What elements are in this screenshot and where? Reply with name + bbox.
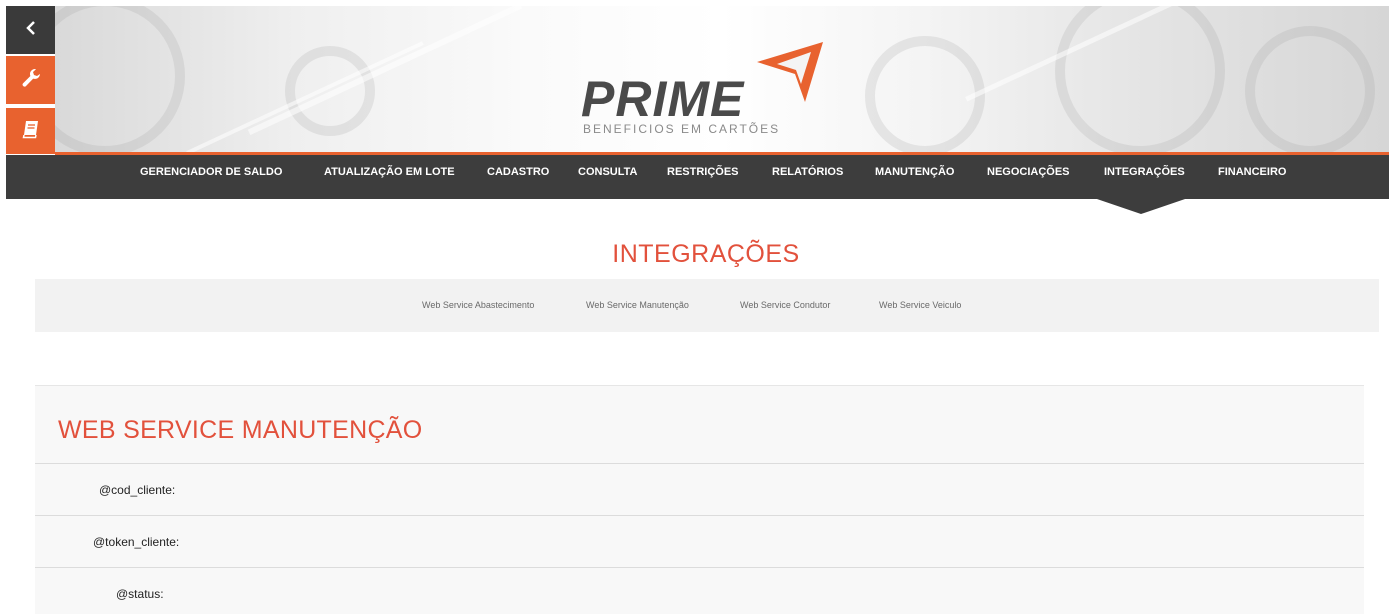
nav-item-cadastro[interactable]: CADASTRO xyxy=(487,155,549,199)
divider xyxy=(35,515,1364,516)
back-button[interactable] xyxy=(6,6,55,54)
nav-item-financeiro[interactable]: FINANCEIRO xyxy=(1218,155,1286,199)
nav-item-negociacoes[interactable]: NEGOCIAÇÕES xyxy=(987,155,1070,199)
nav-item-integracoes[interactable]: INTEGRAÇÕES xyxy=(1104,155,1185,199)
subnav-item-abastecimento[interactable]: Web Service Abastecimento xyxy=(422,300,534,310)
nav-item-atualizacao-em-lote[interactable]: ATUALIZAÇÃO EM LOTE xyxy=(324,155,455,199)
active-nav-indicator xyxy=(1094,198,1188,214)
nav-item-manutencao[interactable]: MANUTENÇÃO xyxy=(875,155,954,199)
nav-item-gerenciador-de-saldo[interactable]: GERENCIADOR DE SALDO xyxy=(140,155,282,199)
page-title: INTEGRAÇÕES xyxy=(612,240,800,268)
main-nav: GERENCIADOR DE SALDO ATUALIZAÇÃO EM LOTE… xyxy=(6,155,1389,199)
book-icon xyxy=(20,118,42,145)
header-banner: PRIME BENEFICIOS EM CARTÕES xyxy=(55,6,1389,154)
subnav-item-manutencao[interactable]: Web Service Manutenção xyxy=(586,300,689,310)
nav-item-consulta[interactable]: CONSULTA xyxy=(578,155,637,199)
logo-tagline: BENEFICIOS EM CARTÕES xyxy=(583,122,781,136)
divider xyxy=(35,463,1364,464)
field-label-status: @status: xyxy=(116,587,164,601)
logo-text: PRIME xyxy=(581,71,745,127)
chevron-left-icon xyxy=(24,20,38,41)
sub-nav: Web Service Abastecimento Web Service Ma… xyxy=(35,279,1379,332)
panel-title: WEB SERVICE MANUTENÇÃO xyxy=(58,416,423,444)
subnav-item-veiculo[interactable]: Web Service Veiculo xyxy=(879,300,961,310)
nav-item-restricoes[interactable]: RESTRIÇÕES xyxy=(667,155,739,199)
nav-item-relatorios[interactable]: RELATÓRIOS xyxy=(772,155,843,199)
field-label-cod-cliente: @cod_cliente: xyxy=(99,483,176,497)
tools-button[interactable] xyxy=(6,56,55,104)
subnav-item-condutor[interactable]: Web Service Condutor xyxy=(740,300,830,310)
web-service-panel: WEB SERVICE MANUTENÇÃO @cod_cliente: @to… xyxy=(35,385,1364,614)
field-label-token-cliente: @token_cliente: xyxy=(93,535,180,549)
manual-button[interactable] xyxy=(6,108,55,154)
prime-logo[interactable]: PRIME BENEFICIOS EM CARTÕES xyxy=(581,34,841,144)
divider xyxy=(35,567,1364,568)
wrench-icon xyxy=(20,67,42,94)
